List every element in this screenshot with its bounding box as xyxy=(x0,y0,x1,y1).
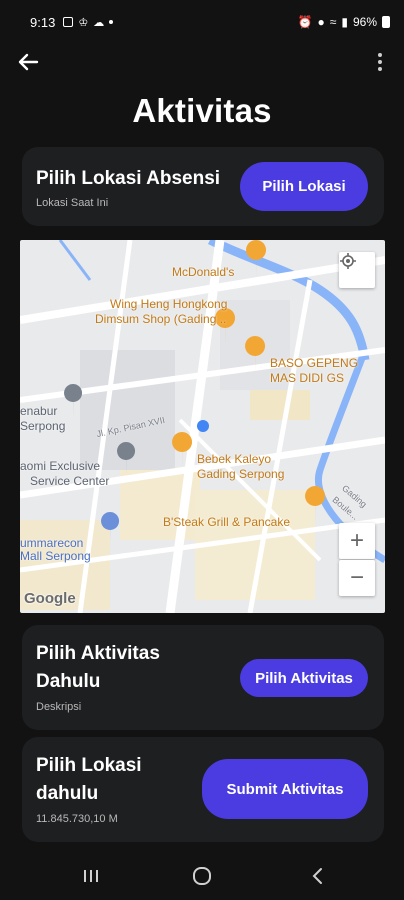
back-nav-icon[interactable] xyxy=(306,864,328,888)
map-label: Mall Serpong xyxy=(20,549,91,563)
page-title: Aktivitas xyxy=(132,92,272,129)
battery-icon xyxy=(382,16,390,28)
map-label: Gading Serpong xyxy=(197,467,285,481)
map-label: McDonald's xyxy=(172,265,235,279)
zoom-out-button[interactable]: − xyxy=(339,560,375,596)
snapchat-icon: ♔ xyxy=(78,16,89,29)
map-view[interactable]: McDonald's Wing Heng Hongkong Dimsum Sho… xyxy=(20,240,385,613)
choose-activity-button[interactable]: Pilih Aktivitas xyxy=(240,659,368,697)
home-icon[interactable] xyxy=(190,864,214,888)
choose-location-button[interactable]: Pilih Lokasi xyxy=(240,162,368,211)
map-label: enabur xyxy=(20,404,58,418)
cloud-icon: ☁ xyxy=(93,16,105,29)
my-location-button[interactable] xyxy=(339,252,375,288)
signal-icon: ▮ xyxy=(341,15,348,29)
system-nav-bar xyxy=(0,852,404,900)
alarm-icon: ⏰ xyxy=(297,15,313,29)
map-label: Bebek Kaleyo xyxy=(197,452,272,466)
battery-percent: 96% xyxy=(352,15,377,29)
submit-card: Pilih Lokasi dahulu 11.845.730,10 M Subm… xyxy=(22,737,384,842)
submit-card-subtitle: 11.845.730,10 M xyxy=(36,813,118,825)
map-label: Wing Heng Hongkong xyxy=(110,297,228,311)
submit-card-title-line2: dahulu xyxy=(36,783,99,804)
submit-card-title-line1: Pilih Lokasi xyxy=(36,755,142,776)
map-label: aomi Exclusive xyxy=(20,459,101,473)
activity-card-title-line1: Pilih Aktivitas xyxy=(36,643,160,664)
wifi-icon: ≈ xyxy=(329,15,337,29)
activity-card-subtitle: Deskripsi xyxy=(36,701,82,713)
map-label: MAS DIDI GS xyxy=(270,371,345,385)
status-time: 9:13 xyxy=(30,14,56,30)
arrow-left-icon[interactable] xyxy=(14,48,42,76)
map-label: Dimsum Shop (Gading .. xyxy=(95,312,227,326)
more-notifications-icon xyxy=(109,20,114,24)
activity-card: Pilih Aktivitas Dahulu Deskripsi Pilih A… xyxy=(22,625,384,730)
recent-apps-icon[interactable] xyxy=(80,864,102,888)
system-icons: ⏰ ● ≈ ▮ 96% xyxy=(298,15,390,29)
map-label: Service Center xyxy=(30,474,110,488)
map-label: B'Steak Grill & Pancake xyxy=(163,515,291,529)
submit-activity-button[interactable]: Submit Aktivitas xyxy=(202,759,368,819)
activity-card-title-line2: Dahulu xyxy=(36,671,101,692)
zoom-in-button[interactable]: + xyxy=(339,523,375,559)
crosshair-icon xyxy=(340,253,356,269)
location-icon: ● xyxy=(317,15,325,29)
google-logo: Google xyxy=(24,590,76,607)
location-card-title: Pilih Lokasi Absensi xyxy=(36,168,221,189)
notification-icons: ♔ ☁ xyxy=(63,16,114,29)
map-label: Serpong xyxy=(20,419,66,433)
location-card-subtitle: Lokasi Saat Ini xyxy=(36,197,109,209)
app-bar xyxy=(0,44,404,80)
map-label: BASO GEPENG xyxy=(270,356,359,370)
status-bar: 9:13 ♔ ☁ ⏰ ● ≈ ▮ 96% xyxy=(0,0,404,44)
location-card: Pilih Lokasi Absensi Lokasi Saat Ini Pil… xyxy=(22,147,384,226)
more-vertical-icon[interactable] xyxy=(374,50,386,74)
gallery-icon xyxy=(63,17,74,27)
